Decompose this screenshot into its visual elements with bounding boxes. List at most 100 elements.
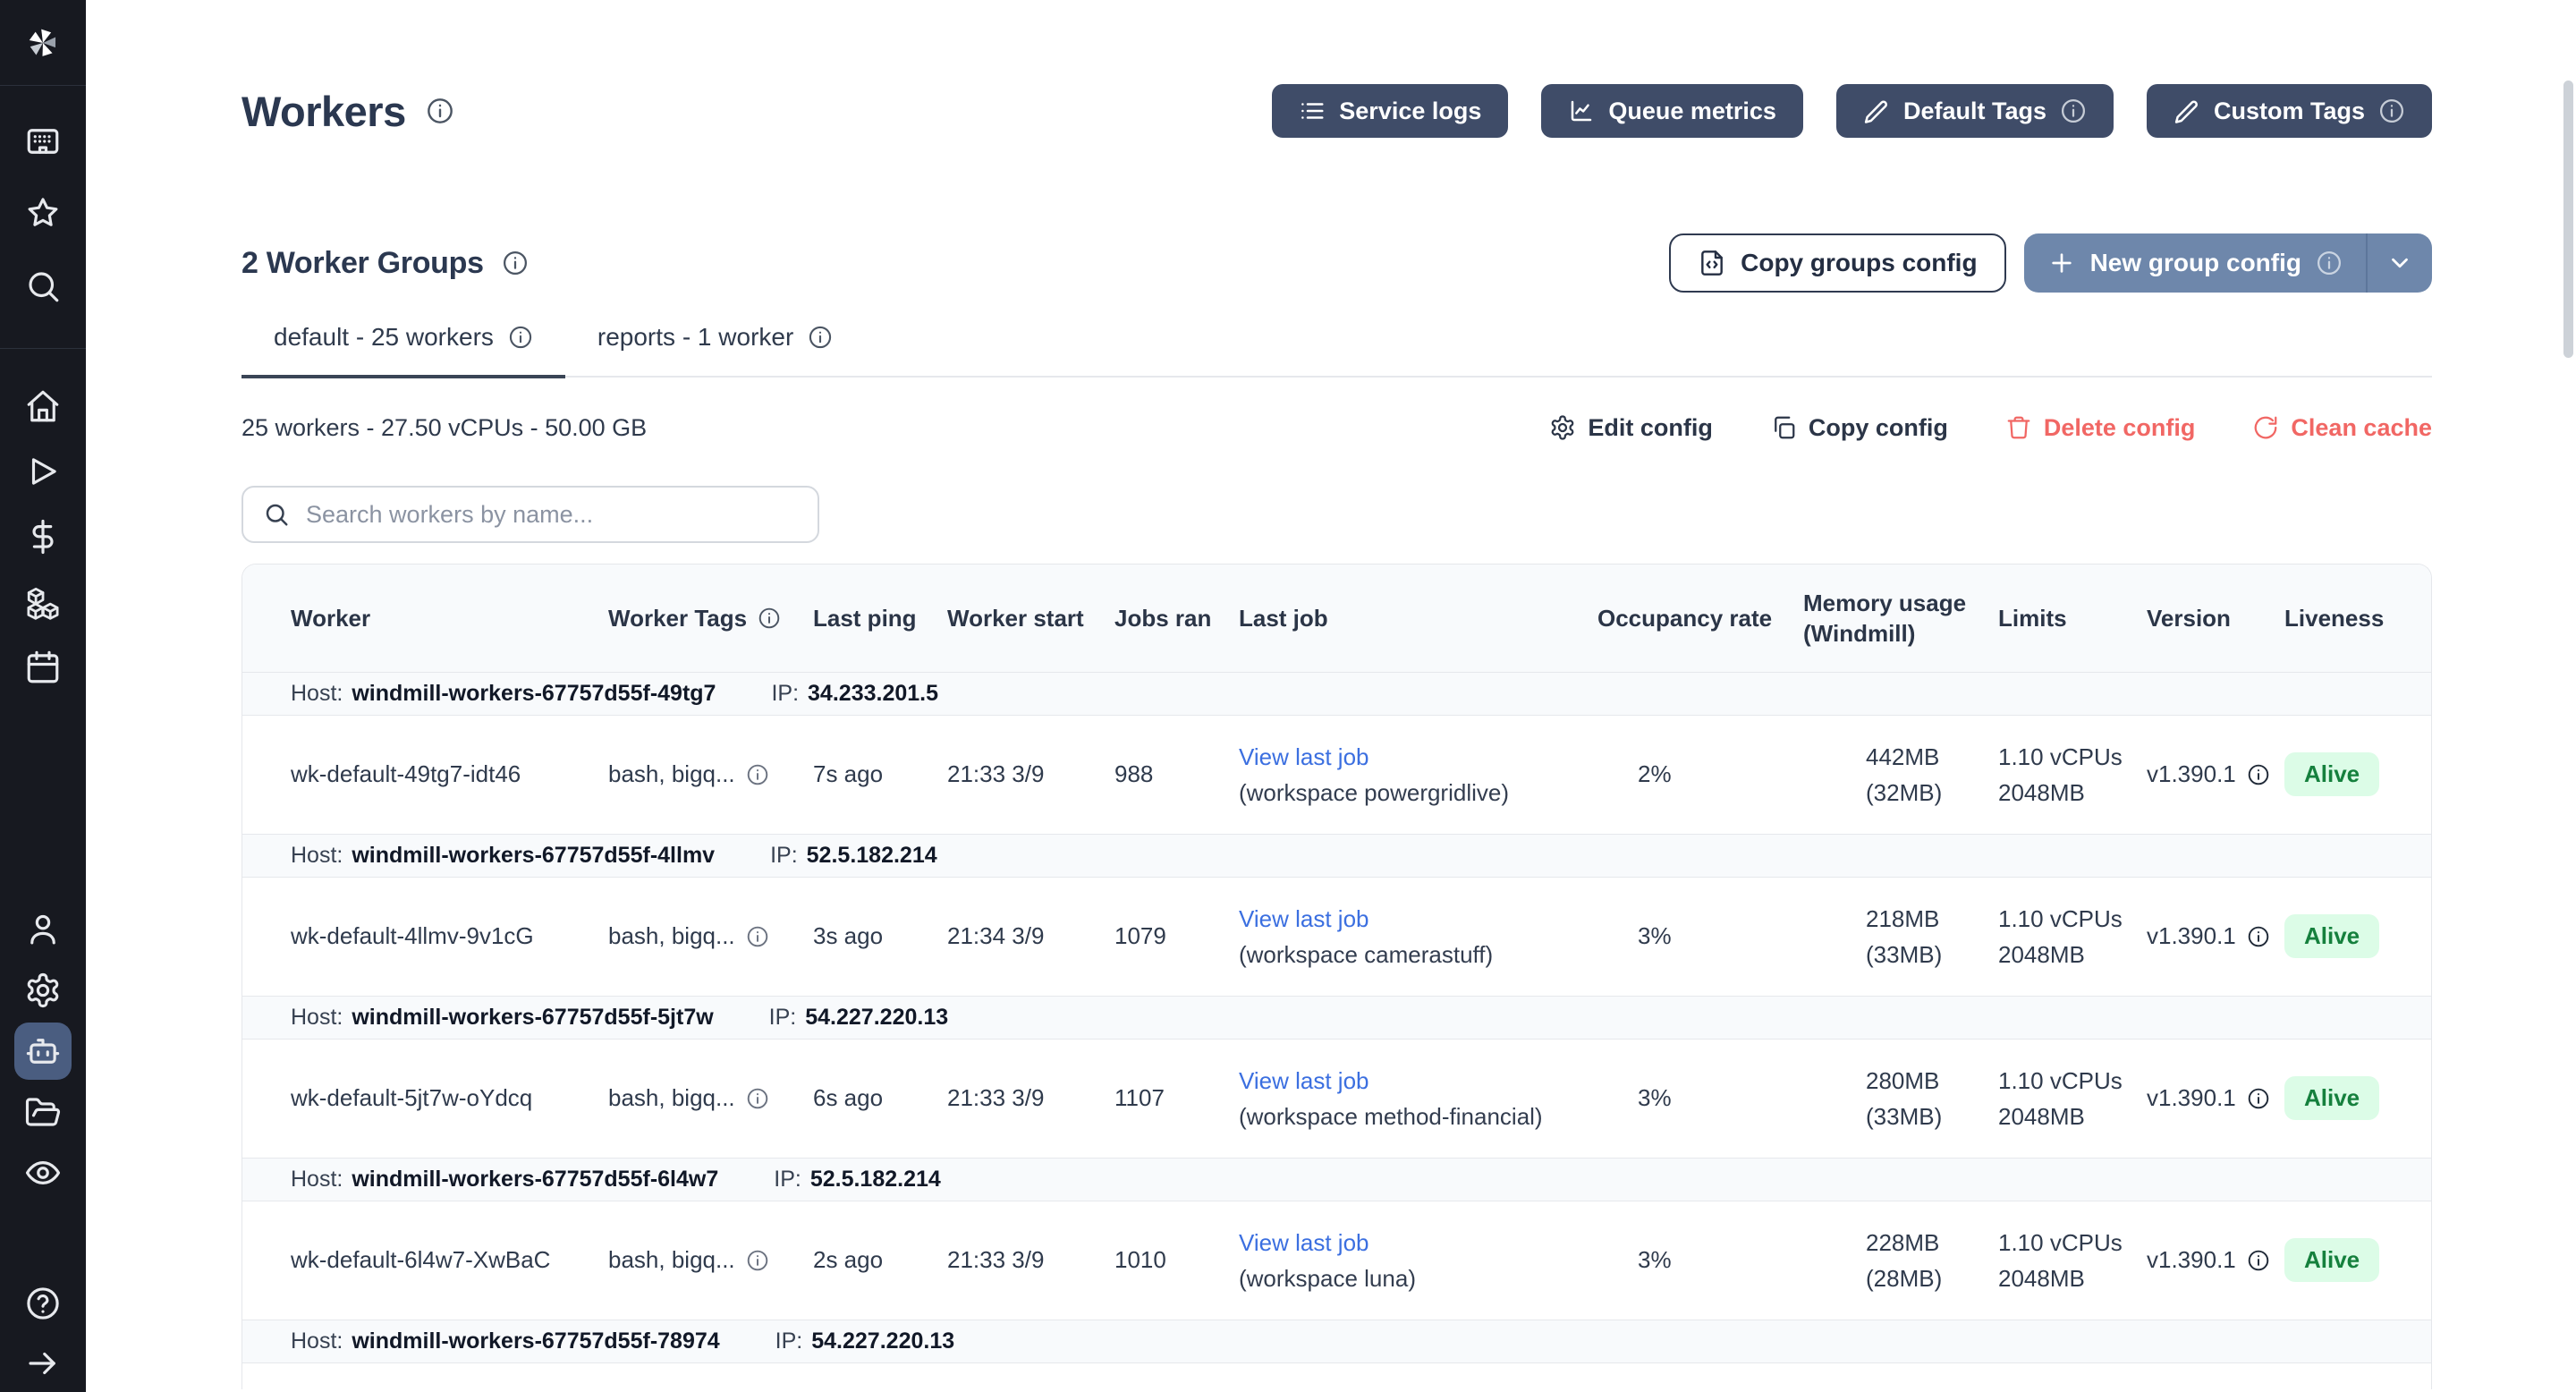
limit-memory: 2048MB xyxy=(1998,941,2085,968)
tab-reports[interactable]: reports - 1 worker xyxy=(565,319,865,378)
sidebar-item-workers[interactable] xyxy=(14,1023,72,1080)
copy-config-button[interactable]: Copy config xyxy=(1770,414,1948,442)
sidebar-item-search[interactable] xyxy=(14,258,72,315)
worker-start: 21:33 3/9 xyxy=(947,715,1114,834)
edit-config-button[interactable]: Edit config xyxy=(1549,414,1712,442)
sidebar-item-folders[interactable] xyxy=(14,1083,72,1141)
info-icon[interactable] xyxy=(2247,1249,2270,1272)
limit-memory: 2048MB xyxy=(1998,1265,2085,1292)
worker-name: wk-default-4llmv-9v1cG xyxy=(242,877,608,996)
arrow-right-icon xyxy=(24,1345,62,1382)
sidebar-item-audit-logs[interactable] xyxy=(14,1144,72,1201)
host-label: Host: xyxy=(291,843,343,868)
info-icon[interactable] xyxy=(426,97,454,125)
limit-memory: 2048MB xyxy=(1998,779,2085,806)
col-worker-start: Worker start xyxy=(947,564,1114,672)
sidebar-item-expand[interactable] xyxy=(14,1335,72,1392)
sidebar-item-favorites[interactable] xyxy=(14,185,72,242)
new-group-config-button[interactable]: New group config xyxy=(2024,233,2432,293)
limit-memory: 2048MB xyxy=(1998,1103,2085,1130)
host-label: Host: xyxy=(291,1167,343,1192)
liveness-badge: Alive xyxy=(2284,1076,2379,1120)
calendar-icon xyxy=(24,649,62,686)
chevron-down-icon xyxy=(2386,250,2413,276)
view-last-job-link[interactable]: View last job xyxy=(1239,905,1369,932)
view-last-job-link[interactable]: View last job xyxy=(1239,1229,1369,1256)
view-last-job-link[interactable]: View last job xyxy=(1239,1067,1369,1094)
col-memory-usage: Memory usage (Windmill) xyxy=(1803,564,1998,672)
ip-label: IP: xyxy=(774,1167,801,1192)
pencil-icon xyxy=(1863,98,1890,124)
clean-cache-button[interactable]: Clean cache xyxy=(2252,414,2432,442)
host-label: Host: xyxy=(291,1005,343,1030)
worker-name: wk-default-6l4w7-XwBaC xyxy=(242,1201,608,1320)
occupancy-rate: 2% xyxy=(1597,715,1803,834)
info-icon[interactable] xyxy=(746,925,769,948)
queue-metrics-button[interactable]: Queue metrics xyxy=(1541,84,1803,138)
delete-config-button[interactable]: Delete config xyxy=(2005,414,2196,442)
info-icon[interactable] xyxy=(746,763,769,786)
host-name: windmill-workers-67757d55f-49tg7 xyxy=(352,681,716,706)
info-icon[interactable] xyxy=(2247,925,2270,948)
search-icon xyxy=(263,501,290,528)
sidebar-item-settings[interactable] xyxy=(14,962,72,1019)
windmill-logo[interactable] xyxy=(0,0,86,86)
sidebar-item-workspace[interactable] xyxy=(14,113,72,170)
sidebar-item-schedules[interactable] xyxy=(14,639,72,696)
home-icon xyxy=(24,387,62,425)
sidebar-item-help[interactable] xyxy=(14,1275,72,1332)
host-row: Host:windmill-workers-67757d55f-6l4w7IP:… xyxy=(242,1158,2432,1201)
worker-row xyxy=(242,1362,2432,1389)
worker-row: wk-default-6l4w7-XwBaC bash, bigq... 2s … xyxy=(242,1201,2432,1320)
sidebar-item-resources[interactable] xyxy=(14,573,72,631)
last-ping: 7s ago xyxy=(813,715,947,834)
sidebar-item-users[interactable] xyxy=(14,901,72,958)
scrollbar-thumb[interactable] xyxy=(2563,81,2573,358)
last-job-workspace: (workspace camerastuff) xyxy=(1239,941,1493,968)
tab-default[interactable]: default - 25 workers xyxy=(242,319,565,378)
memory-windmill: (32MB) xyxy=(1866,779,1942,806)
default-tags-button[interactable]: Default Tags xyxy=(1836,84,2114,138)
new-group-config-dropdown[interactable] xyxy=(2368,233,2432,293)
sidebar-divider xyxy=(0,348,86,349)
memory-windmill: (28MB) xyxy=(1866,1265,1942,1292)
copy-groups-config-button[interactable]: Copy groups config xyxy=(1669,233,2005,293)
worker-name: wk-default-5jt7w-oYdcq xyxy=(242,1039,608,1158)
info-icon[interactable] xyxy=(746,1249,769,1272)
sidebar-item-variables[interactable] xyxy=(14,508,72,565)
worker-start: 21:33 3/9 xyxy=(947,1039,1114,1158)
file-code-icon xyxy=(1698,249,1726,277)
last-job-workspace: (workspace luna) xyxy=(1239,1265,1416,1292)
jobs-ran: 1107 xyxy=(1114,1039,1239,1158)
last-job-workspace: (workspace method-financial) xyxy=(1239,1103,1543,1130)
custom-tags-button[interactable]: Custom Tags xyxy=(2147,84,2432,138)
tab-reports-label: reports - 1 worker xyxy=(597,319,793,355)
help-icon xyxy=(24,1285,62,1322)
search-input[interactable] xyxy=(306,501,798,529)
col-last-job: Last job xyxy=(1239,564,1597,672)
info-icon[interactable] xyxy=(502,250,529,276)
info-icon xyxy=(808,325,833,350)
sidebar-item-runs[interactable] xyxy=(14,443,72,500)
worker-groups-heading: 2 Worker Groups xyxy=(242,246,484,281)
info-icon[interactable] xyxy=(2247,1087,2270,1110)
sidebar-item-home[interactable] xyxy=(14,378,72,435)
edit-config-label: Edit config xyxy=(1588,414,1712,442)
liveness-badge: Alive xyxy=(2284,752,2379,796)
info-icon[interactable] xyxy=(758,607,781,630)
worker-tags: bash, bigq... xyxy=(608,1084,735,1112)
info-icon[interactable] xyxy=(2247,763,2270,786)
limit-cpu: 1.10 vCPUs xyxy=(1998,1229,2123,1256)
play-icon xyxy=(24,453,62,490)
view-last-job-link[interactable]: View last job xyxy=(1239,743,1369,770)
info-icon[interactable] xyxy=(746,1087,769,1110)
host-ip: 52.5.182.214 xyxy=(807,843,937,868)
memory-usage: 280MB xyxy=(1866,1067,1939,1094)
info-icon xyxy=(2316,250,2343,276)
list-icon xyxy=(1299,98,1326,124)
host-row: Host:windmill-workers-67757d55f-4llmvIP:… xyxy=(242,834,2432,877)
col-occupancy-rate: Occupancy rate xyxy=(1597,564,1803,672)
worker-version: v1.390.1 xyxy=(2147,760,2236,788)
service-logs-button[interactable]: Service logs xyxy=(1272,84,1508,138)
page-title: Workers xyxy=(242,87,406,136)
